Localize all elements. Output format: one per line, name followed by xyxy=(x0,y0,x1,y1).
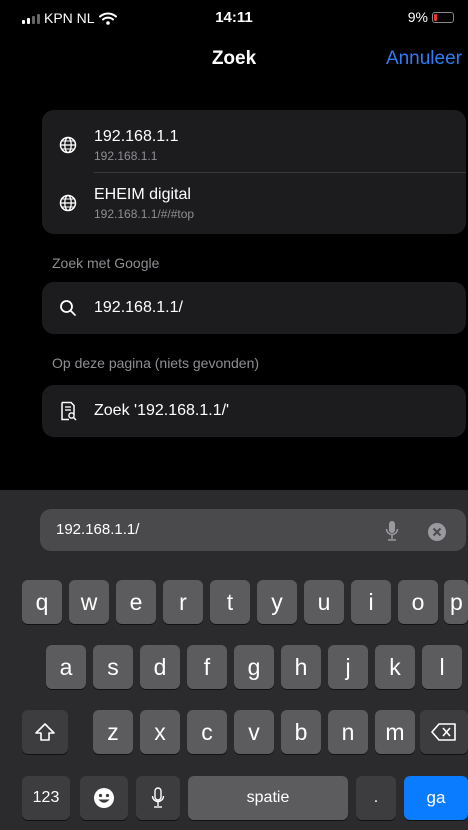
key-x[interactable]: x xyxy=(140,710,180,754)
cancel-button[interactable]: Annuleer xyxy=(386,48,462,70)
key-k[interactable]: k xyxy=(375,645,415,689)
search-icon xyxy=(60,300,76,316)
address-input[interactable]: 192.168.1.1/ xyxy=(56,521,139,538)
period-key[interactable]: . xyxy=(356,776,396,820)
divider xyxy=(94,172,466,173)
google-search-item[interactable]: 192.168.1.1/ xyxy=(42,282,466,334)
find-in-page-icon xyxy=(61,401,77,421)
clock: 14:11 xyxy=(215,9,253,26)
key-i[interactable]: i xyxy=(351,580,391,624)
key-y[interactable]: y xyxy=(257,580,297,624)
suggestion-item[interactable]: EHEIM digital 192.168.1.1/#/#top xyxy=(42,176,466,230)
find-on-page-item[interactable]: Zoek '192.168.1.1/' xyxy=(42,385,466,437)
key-z[interactable]: z xyxy=(93,710,133,754)
key-m[interactable]: m xyxy=(375,710,415,754)
key-h[interactable]: h xyxy=(281,645,321,689)
numbers-key[interactable]: 123 xyxy=(22,776,70,820)
dictation-key[interactable] xyxy=(136,776,180,820)
key-f[interactable]: f xyxy=(187,645,227,689)
key-r[interactable]: r xyxy=(163,580,203,624)
shift-icon xyxy=(35,723,55,741)
key-l[interactable]: l xyxy=(422,645,462,689)
key-c[interactable]: c xyxy=(187,710,227,754)
key-p[interactable]: p xyxy=(444,580,468,624)
key-u[interactable]: u xyxy=(304,580,344,624)
battery-percent: 9% xyxy=(407,9,428,25)
key-v[interactable]: v xyxy=(234,710,274,754)
suggestion-title: EHEIM digital xyxy=(94,185,191,203)
emoji-key[interactable] xyxy=(80,776,128,820)
battery-icon xyxy=(432,11,454,23)
key-g[interactable]: g xyxy=(234,645,274,689)
key-s[interactable]: s xyxy=(93,645,133,689)
key-d[interactable]: d xyxy=(140,645,180,689)
space-key[interactable]: spatie xyxy=(188,776,348,820)
status-bar: KPN NL 14:11 9% xyxy=(0,0,468,38)
page-section-header: Op deze pagina (niets gevonden) xyxy=(52,355,260,371)
clear-icon[interactable] xyxy=(428,523,446,541)
key-w[interactable]: w xyxy=(69,580,109,624)
key-j[interactable]: j xyxy=(328,645,368,689)
microphone-icon[interactable] xyxy=(385,520,399,542)
suggestions-card: 192.168.1.1 192.168.1.1 EHEIM digital 19… xyxy=(42,110,466,234)
suggestion-url: 192.168.1.1/#/#top xyxy=(94,206,195,221)
shift-key[interactable] xyxy=(22,710,68,754)
key-q[interactable]: q xyxy=(22,580,62,624)
key-b[interactable]: b xyxy=(281,710,321,754)
emoji-icon xyxy=(94,788,114,808)
google-section-header: Zoek met Google xyxy=(52,255,160,271)
go-key[interactable]: ga xyxy=(404,776,468,820)
globe-icon xyxy=(59,136,77,154)
key-e[interactable]: e xyxy=(116,580,156,624)
key-a[interactable]: a xyxy=(46,645,86,689)
suggestion-item[interactable]: 192.168.1.1 192.168.1.1 xyxy=(42,118,466,172)
key-o[interactable]: o xyxy=(398,580,438,624)
google-query: 192.168.1.1/ xyxy=(94,299,183,316)
battery-indicator: 9% xyxy=(408,9,454,25)
microphone-icon xyxy=(151,787,165,808)
key-t[interactable]: t xyxy=(210,580,250,624)
globe-icon xyxy=(59,194,77,212)
backspace-key[interactable] xyxy=(420,710,468,754)
find-on-page-label: Zoek '192.168.1.1/' xyxy=(94,402,230,419)
backspace-icon xyxy=(431,723,456,741)
suggestion-url: 192.168.1.1 xyxy=(94,148,158,163)
suggestion-title: 192.168.1.1 xyxy=(94,127,179,145)
key-n[interactable]: n xyxy=(328,710,368,754)
